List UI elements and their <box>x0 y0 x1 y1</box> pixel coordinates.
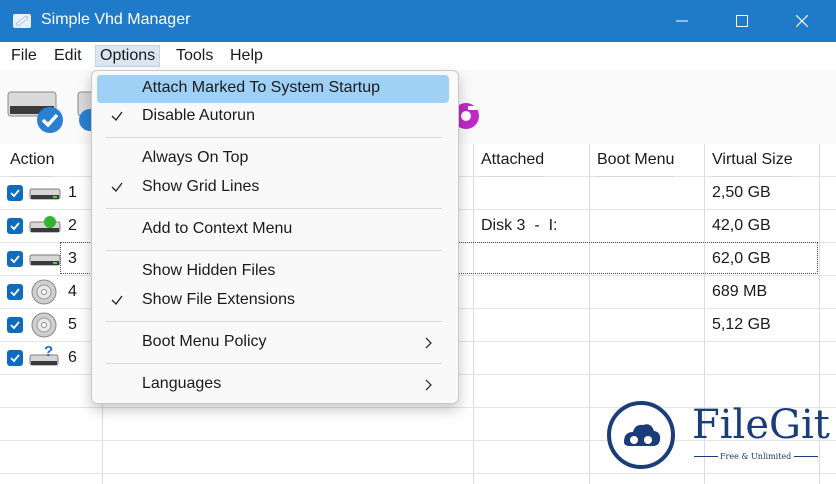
menu-item-show-file-extensions[interactable]: Show File Extensions <box>97 287 449 315</box>
row-size: 2,50 GB <box>712 184 771 201</box>
svg-text:?: ? <box>44 343 53 360</box>
row-checkbox[interactable] <box>7 251 23 267</box>
menu-item-label: Boot Menu Policy <box>142 333 267 350</box>
menu-item-label: Attach Marked To System Startup <box>142 79 381 96</box>
menu-item-show-hidden-files[interactable]: Show Hidden Files <box>97 258 449 286</box>
close-icon <box>796 15 808 27</box>
disc-icon <box>31 279 57 305</box>
row-checkbox[interactable] <box>7 317 23 333</box>
menu-item-label: Always On Top <box>142 149 249 166</box>
minimize-button[interactable] <box>652 0 712 42</box>
menu-item-label: Disable Autorun <box>142 107 255 124</box>
row-number: 3 <box>68 250 77 267</box>
drive-attached-green-icon <box>29 216 61 233</box>
disc-icon <box>31 312 57 338</box>
drive-unknown-icon: ? <box>29 343 59 366</box>
menu-edit[interactable]: Edit <box>50 46 86 66</box>
row-size: 5,12 GB <box>712 316 771 333</box>
grid-hline <box>0 473 836 474</box>
tagline-rule <box>794 456 818 457</box>
title-bar: Simple Vhd Manager <box>0 0 836 42</box>
drive-icon <box>77 91 92 131</box>
drive-icon <box>29 254 61 266</box>
maximize-button[interactable] <box>712 0 772 42</box>
menu-item-always-on-top[interactable]: Always On Top <box>97 145 449 173</box>
drive-attached-icon <box>7 91 63 133</box>
row-size: 42,0 GB <box>712 217 771 234</box>
tagline-rule <box>694 456 718 457</box>
brand-tagline: Free & Unlimited <box>720 452 792 461</box>
toolbar-attach-button[interactable] <box>4 78 68 138</box>
toolbar-drive-button[interactable] <box>76 78 92 138</box>
row-size: 689 MB <box>712 283 768 300</box>
filegit-logo-icon <box>607 401 675 469</box>
menu-item-label: Show File Extensions <box>142 291 295 308</box>
menu-options[interactable]: Options <box>94 45 161 67</box>
row-checkbox[interactable] <box>7 218 23 234</box>
menu-item-label: Show Grid Lines <box>142 178 260 195</box>
check-icon <box>111 182 123 192</box>
row-number: 6 <box>68 349 77 366</box>
row-size: 62,0 GB <box>712 250 771 267</box>
menu-item-languages[interactable]: Languages <box>97 371 449 399</box>
menu-separator <box>106 137 442 138</box>
row-number: 2 <box>68 217 77 234</box>
menu-item-boot-menu-policy[interactable]: Boot Menu Policy <box>97 329 449 357</box>
row-number: 5 <box>68 316 77 333</box>
menu-separator <box>106 363 442 364</box>
column-header-attached[interactable]: Attached <box>481 144 545 177</box>
menu-item-add-context-menu[interactable]: Add to Context Menu <box>97 216 449 244</box>
menu-file[interactable]: File <box>7 46 41 66</box>
menu-help[interactable]: Help <box>226 46 267 66</box>
menu-item-show-grid-lines[interactable]: Show Grid Lines <box>97 174 449 202</box>
column-header-action[interactable]: Action <box>10 144 55 177</box>
options-menu-dropdown: Attach Marked To System Startup Disable … <box>91 70 459 404</box>
menu-item-disable-autorun[interactable]: Disable Autorun <box>97 103 449 131</box>
menu-item-label: Show Hidden Files <box>142 262 276 279</box>
drive-icon <box>29 188 61 200</box>
check-icon <box>111 295 123 305</box>
maximize-icon <box>736 15 748 27</box>
row-checkbox[interactable] <box>7 284 23 300</box>
menu-item-label: Add to Context Menu <box>142 220 293 237</box>
minimize-icon <box>676 20 688 22</box>
filegit-watermark: FileGit Free & Unlimited <box>606 398 830 472</box>
column-header-virtual-size[interactable]: Virtual Size <box>712 144 793 177</box>
row-checkbox[interactable] <box>7 185 23 201</box>
menu-separator <box>106 208 442 209</box>
menu-item-attach-startup[interactable]: Attach Marked To System Startup <box>97 75 449 103</box>
menu-tools[interactable]: Tools <box>172 46 217 66</box>
menu-bar: File Edit Options Tools Help <box>0 42 836 70</box>
row-checkbox[interactable] <box>7 350 23 366</box>
row-attached: Disk 3 - I: <box>481 217 558 234</box>
app-window: Simple Vhd Manager File Edit Options Too… <box>0 0 836 484</box>
menu-separator <box>106 321 442 322</box>
menu-item-label: Languages <box>142 375 222 392</box>
row-number: 1 <box>68 184 77 201</box>
app-icon <box>13 14 31 28</box>
check-icon <box>111 111 123 121</box>
brand-name: FileGit <box>692 402 830 448</box>
close-button[interactable] <box>772 0 832 42</box>
row-number: 4 <box>68 283 77 300</box>
window-title: Simple Vhd Manager <box>41 11 191 28</box>
column-header-boot-menu[interactable]: Boot Menu <box>597 144 675 177</box>
chevron-right-icon <box>425 337 432 349</box>
menu-separator <box>106 250 442 251</box>
chevron-right-icon <box>425 379 432 391</box>
